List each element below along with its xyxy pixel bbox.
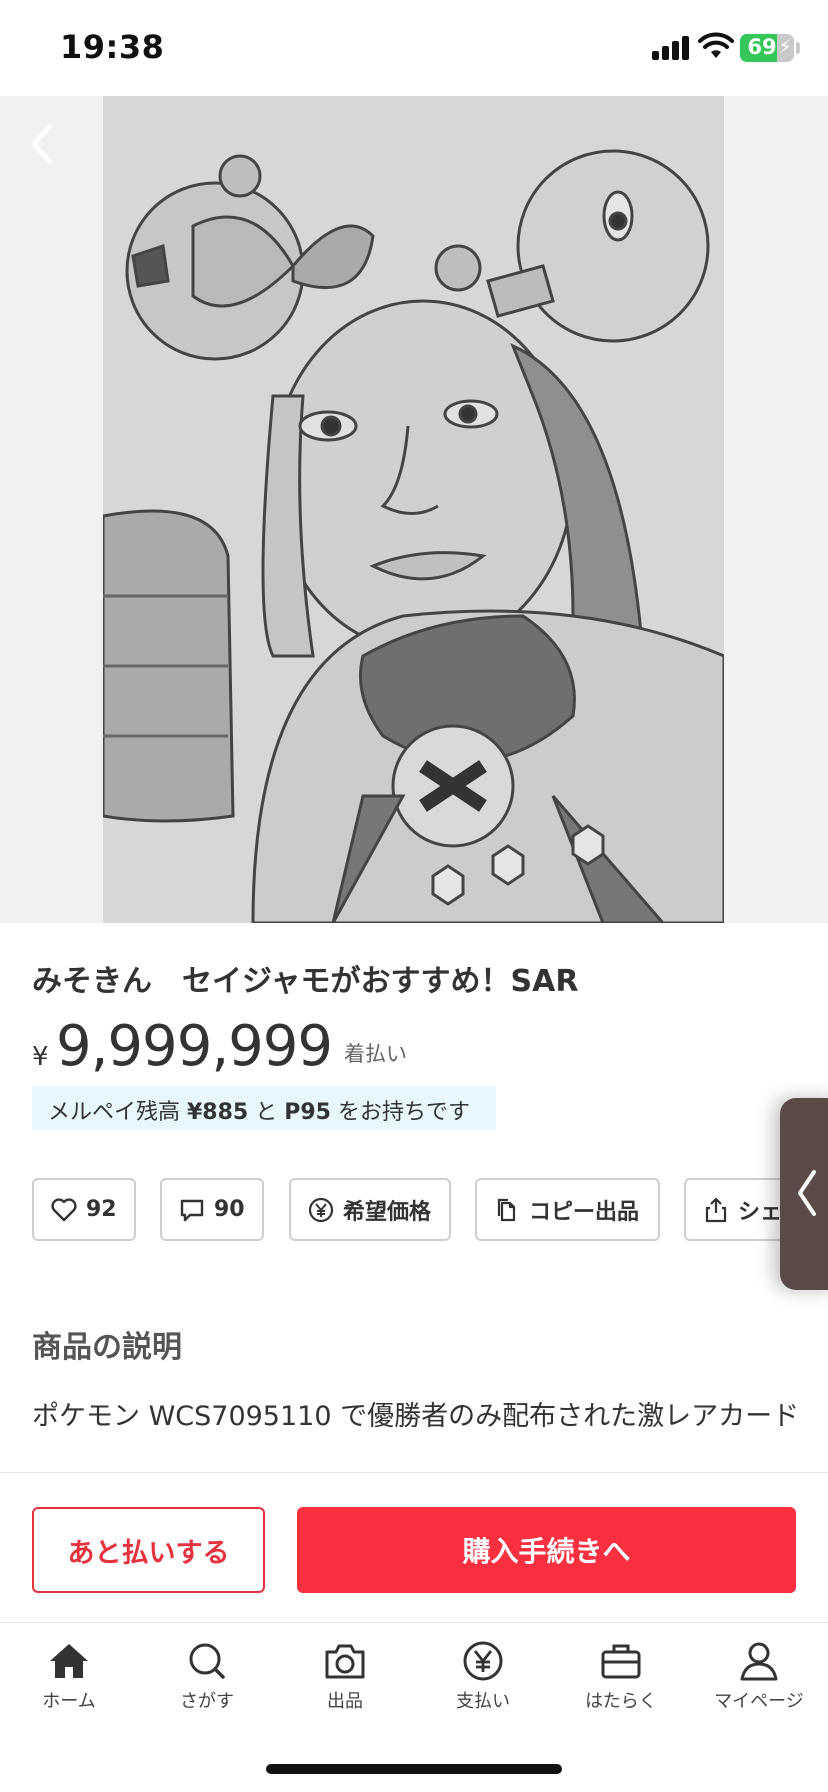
tab-sell[interactable]: 出品 (276, 1641, 414, 1721)
briefcase-icon (601, 1644, 641, 1679)
description-heading: 商品の説明 (32, 1330, 182, 1365)
offer-price-button[interactable]: 希望価格 (289, 1178, 451, 1241)
chevron-left-icon (798, 1170, 816, 1216)
battery-level: 69 (747, 35, 777, 59)
copy-listing-button[interactable]: コピー出品 (475, 1178, 660, 1241)
tab-work-label: はたらく (585, 1691, 657, 1712)
item-price: 9,999,999 (56, 1014, 333, 1079)
status-bar: 19:38 69 ⚡ (0, 0, 828, 96)
yen-icon (463, 1641, 503, 1681)
comment-icon (180, 1199, 204, 1221)
person-icon (740, 1642, 778, 1681)
merpay-points: P95 (284, 1100, 331, 1125)
heart-icon (51, 1197, 77, 1221)
share-icon (705, 1197, 727, 1222)
comment-count: 90 (214, 1197, 245, 1222)
signal-icon (652, 36, 690, 60)
product-photo[interactable] (103, 96, 724, 923)
status-time: 19:38 (60, 28, 165, 66)
merpay-suffix: をお持ちです (330, 1100, 470, 1125)
copy-document-icon (497, 1198, 516, 1221)
like-count: 92 (86, 1197, 117, 1222)
tab-sell-label: 出品 (327, 1691, 363, 1712)
tab-home-label: ホーム (42, 1691, 96, 1712)
comment-button[interactable]: 90 (160, 1178, 264, 1241)
shipping-fee-label: 着払い (344, 1042, 407, 1066)
home-indicator (266, 1764, 562, 1774)
purchase-button[interactable]: 購入手続きへ (297, 1507, 796, 1593)
battery-icon: 69 ⚡ (740, 34, 794, 62)
pay-later-button[interactable]: あと払いする (32, 1507, 265, 1593)
tab-search-label: さがす (180, 1691, 234, 1712)
copy-listing-label: コピー出品 (529, 1199, 640, 1225)
merpay-balance: ¥885 (187, 1100, 249, 1125)
tab-mypage[interactable]: マイページ (690, 1641, 828, 1721)
merpay-connector: と (248, 1100, 285, 1125)
product-image-area (0, 96, 828, 923)
tab-mypage-label: マイページ (714, 1691, 804, 1712)
merpay-balance-text: メルペイ残高 ¥885 と P95 をお持ちです (48, 1094, 470, 1126)
search-icon (189, 1643, 225, 1679)
camera-icon (325, 1644, 365, 1679)
item-title: みそきん セイジャモがおすすめ！SAR (32, 964, 579, 999)
action-chips: 92 90 希望価格 コピー出品 シェア (0, 1178, 828, 1242)
merpay-balance-banner: メルペイ残高 ¥885 と P95 をお持ちです (32, 1086, 496, 1130)
description-body: ポケモン WCS7095110 で優勝者のみ配布された激レアカード (32, 1401, 800, 1432)
like-button[interactable]: 92 (32, 1178, 136, 1241)
tab-search[interactable]: さがす (138, 1641, 276, 1721)
tab-work[interactable]: はたらく (552, 1641, 690, 1721)
tab-payment-label: 支払い (456, 1691, 510, 1712)
yen-circle-icon (308, 1197, 334, 1222)
currency-symbol: ¥ (32, 1042, 49, 1072)
tab-home[interactable]: ホーム (0, 1641, 138, 1721)
home-icon (50, 1644, 88, 1678)
purchase-bar: あと払いする 購入手続きへ (0, 1472, 828, 1622)
back-button[interactable] (14, 114, 74, 174)
wifi-icon (698, 32, 734, 58)
tab-payment[interactable]: 支払い (414, 1641, 552, 1721)
side-drawer-handle[interactable] (780, 1098, 828, 1290)
pencil-drawing-image (103, 96, 724, 923)
offer-price-label: 希望価格 (343, 1199, 432, 1225)
merpay-prefix: メルペイ残高 (48, 1100, 187, 1125)
